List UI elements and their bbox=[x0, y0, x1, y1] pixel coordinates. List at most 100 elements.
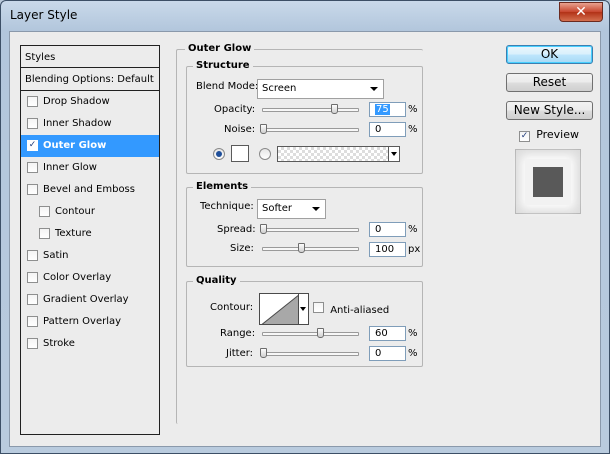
gradient-radio[interactable] bbox=[259, 148, 271, 160]
jitter-slider-thumb[interactable] bbox=[260, 348, 267, 358]
glow-color-swatch[interactable] bbox=[231, 145, 249, 162]
style-item-color-overlay[interactable]: Color Overlay bbox=[21, 267, 159, 289]
spread-label: Spread: bbox=[217, 224, 256, 235]
size-label: Size: bbox=[230, 243, 254, 254]
opacity-slider-thumb[interactable] bbox=[331, 104, 339, 114]
new-style-button[interactable]: New Style... bbox=[506, 101, 593, 120]
range-slider[interactable] bbox=[262, 328, 359, 338]
style-item-label: Satin bbox=[43, 250, 69, 261]
jitter-slider[interactable] bbox=[260, 348, 359, 358]
layer-style-dialog: Layer Style ✕ Styles Blending Options: D… bbox=[0, 0, 610, 454]
styles-header[interactable]: Styles bbox=[21, 46, 159, 68]
size-slider-thumb[interactable] bbox=[298, 243, 305, 253]
outer-glow-title: Outer Glow bbox=[185, 43, 255, 54]
style-checkbox[interactable] bbox=[27, 338, 38, 349]
style-item-contour[interactable]: Contour bbox=[21, 201, 159, 223]
style-item-pattern-overlay[interactable]: Pattern Overlay bbox=[21, 311, 159, 333]
style-item-stroke[interactable]: Stroke bbox=[21, 333, 159, 355]
style-item-inner-glow[interactable]: Inner Glow bbox=[21, 157, 159, 179]
style-item-satin[interactable]: Satin bbox=[21, 245, 159, 267]
preview-glow bbox=[525, 159, 571, 205]
preview-checkbox[interactable]: ✓ bbox=[519, 131, 530, 142]
size-value: 100 bbox=[375, 244, 395, 255]
style-checkbox[interactable] bbox=[27, 162, 38, 173]
gradient-picker[interactable] bbox=[277, 146, 400, 162]
style-item-bevel-and-emboss[interactable]: Bevel and Emboss bbox=[21, 179, 159, 201]
noise-value: 0 bbox=[375, 124, 382, 135]
noise-slider-thumb[interactable] bbox=[260, 124, 267, 134]
blend-mode-label: Blend Mode: bbox=[196, 81, 259, 92]
technique-label: Technique: bbox=[200, 201, 254, 212]
spread-slider[interactable] bbox=[260, 224, 359, 234]
preview-checkbox-row[interactable]: ✓ Preview bbox=[519, 128, 579, 142]
dialog-client-area: Styles Blending Options: Default Drop Sh… bbox=[9, 31, 601, 447]
spread-slider-thumb[interactable] bbox=[260, 224, 267, 234]
style-item-drop-shadow[interactable]: Drop Shadow bbox=[21, 91, 159, 113]
contour-dropdown-button[interactable] bbox=[299, 293, 309, 325]
contour-picker[interactable] bbox=[259, 293, 299, 325]
style-item-texture[interactable]: Texture bbox=[21, 223, 159, 245]
style-item-label: Color Overlay bbox=[43, 272, 112, 283]
style-checkbox[interactable] bbox=[27, 118, 38, 129]
style-item-gradient-overlay[interactable]: Gradient Overlay bbox=[21, 289, 159, 311]
opacity-input[interactable]: 75 bbox=[369, 102, 406, 117]
chevron-down-icon bbox=[312, 207, 320, 211]
style-checkbox[interactable] bbox=[39, 206, 50, 217]
anti-aliased-checkbox-row[interactable]: Anti-aliased bbox=[313, 302, 389, 316]
range-unit: % bbox=[408, 328, 418, 339]
size-unit: px bbox=[408, 244, 421, 255]
style-checkbox[interactable] bbox=[27, 184, 38, 195]
spread-unit: % bbox=[408, 224, 418, 235]
elements-title: Elements bbox=[193, 181, 252, 192]
anti-aliased-checkbox[interactable] bbox=[313, 302, 324, 313]
chevron-down-icon bbox=[370, 87, 378, 91]
style-item-label: Drop Shadow bbox=[43, 96, 110, 107]
solid-color-radio[interactable] bbox=[213, 148, 225, 160]
style-checkbox[interactable]: ✓ bbox=[27, 140, 38, 151]
style-item-outer-glow[interactable]: ✓ Outer Glow bbox=[21, 135, 159, 157]
range-label: Range: bbox=[220, 328, 256, 339]
style-checkbox[interactable] bbox=[27, 272, 38, 283]
blend-mode-select[interactable]: Screen bbox=[257, 79, 384, 99]
style-item-label: Texture bbox=[55, 228, 92, 239]
range-value: 60 bbox=[375, 328, 388, 339]
size-input[interactable]: 100 bbox=[369, 242, 406, 257]
style-item-label: Gradient Overlay bbox=[43, 294, 129, 305]
technique-value: Softer bbox=[262, 203, 292, 214]
opacity-slider[interactable] bbox=[262, 104, 359, 114]
style-item-inner-shadow[interactable]: Inner Shadow bbox=[21, 113, 159, 135]
gradient-dropdown-arrow-icon[interactable] bbox=[388, 147, 399, 161]
range-slider-thumb[interactable] bbox=[317, 328, 324, 338]
window-title: Layer Style bbox=[10, 8, 78, 22]
ok-button[interactable]: OK bbox=[506, 45, 593, 64]
blend-mode-value: Screen bbox=[262, 83, 297, 94]
noise-slider[interactable] bbox=[260, 124, 359, 134]
anti-aliased-label: Anti-aliased bbox=[330, 305, 390, 316]
jitter-label: Jitter: bbox=[226, 348, 254, 359]
style-checkbox[interactable] bbox=[27, 294, 38, 305]
size-slider[interactable] bbox=[262, 243, 359, 253]
style-checkbox[interactable] bbox=[39, 228, 50, 239]
contour-curve-icon bbox=[261, 294, 298, 324]
reset-button[interactable]: Reset bbox=[506, 73, 593, 92]
title-bar[interactable]: Layer Style ✕ bbox=[1, 1, 609, 31]
jitter-unit: % bbox=[408, 348, 418, 359]
range-input[interactable]: 60 bbox=[369, 326, 406, 341]
opacity-value: 75 bbox=[375, 104, 390, 115]
style-checkbox[interactable] bbox=[27, 250, 38, 261]
jitter-input[interactable]: 0 bbox=[369, 346, 406, 361]
style-item-label: Bevel and Emboss bbox=[43, 184, 135, 195]
style-preview bbox=[515, 149, 581, 214]
blending-options-item[interactable]: Blending Options: Default bbox=[21, 68, 159, 91]
style-item-label: Pattern Overlay bbox=[43, 316, 122, 327]
noise-input[interactable]: 0 bbox=[369, 122, 406, 137]
close-button[interactable]: ✕ bbox=[559, 2, 603, 22]
style-checkbox[interactable] bbox=[27, 96, 38, 107]
technique-select[interactable]: Softer bbox=[257, 199, 326, 219]
style-checkbox[interactable] bbox=[27, 316, 38, 327]
opacity-label: Opacity: bbox=[214, 104, 256, 115]
spread-value: 0 bbox=[375, 224, 382, 235]
styles-list: Styles Blending Options: Default Drop Sh… bbox=[20, 45, 160, 435]
quality-title: Quality bbox=[193, 275, 240, 286]
spread-input[interactable]: 0 bbox=[369, 222, 406, 237]
